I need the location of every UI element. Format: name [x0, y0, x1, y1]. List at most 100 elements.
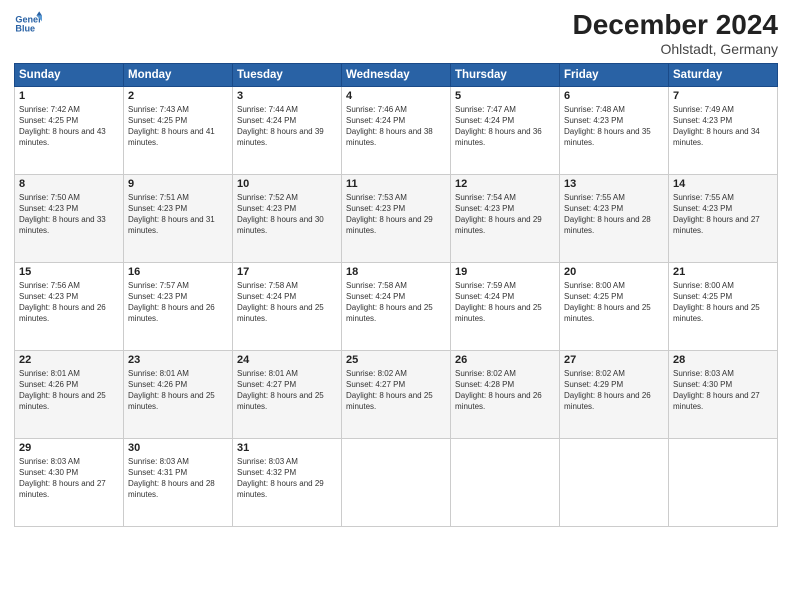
calendar-cell: [451, 438, 560, 526]
day-number: 4: [346, 90, 446, 102]
cell-content: Sunrise: 8:02 AMSunset: 4:27 PMDaylight:…: [346, 368, 446, 413]
calendar-cell: 16 Sunrise: 7:57 AMSunset: 4:23 PMDayligh…: [124, 262, 233, 350]
calendar-cell: 25Sunrise: 8:02 AMSunset: 4:27 PMDayligh…: [342, 350, 451, 438]
page: General Blue December 2024 Ohlstadt, Ger…: [0, 0, 792, 612]
calendar-week-row: 22 Sunrise: 8:01 AMSunset: 4:26 PMDayligh…: [15, 350, 778, 438]
calendar-week-row: 8 Sunrise: 7:50 AMSunset: 4:23 PMDaylight…: [15, 174, 778, 262]
cell-content: Sunrise: 8:01 AMSunset: 4:27 PMDaylight:…: [237, 368, 337, 413]
cell-content: Sunrise: 7:43 AMSunset: 4:25 PMDaylight:…: [128, 104, 228, 149]
cell-content: Sunrise: 7:50 AMSunset: 4:23 PMDaylight:…: [19, 192, 119, 237]
title-block: December 2024 Ohlstadt, Germany: [573, 10, 778, 57]
calendar-header-row: SundayMondayTuesdayWednesdayThursdayFrid…: [15, 63, 778, 86]
day-number: 3: [237, 90, 337, 102]
day-number: 17: [237, 266, 337, 278]
col-header-wednesday: Wednesday: [342, 63, 451, 86]
cell-content: Sunrise: 7:53 AMSunset: 4:23 PMDaylight:…: [346, 192, 446, 237]
day-number: 13: [564, 178, 664, 190]
calendar-cell: 1 Sunrise: 7:42 AMSunset: 4:25 PMDaylight…: [15, 86, 124, 174]
calendar-cell: 13 Sunrise: 7:55 AMSunset: 4:23 PMDayligh…: [560, 174, 669, 262]
location-title: Ohlstadt, Germany: [573, 41, 778, 57]
calendar-cell: 19Sunrise: 7:59 AMSunset: 4:24 PMDayligh…: [451, 262, 560, 350]
cell-content: Sunrise: 7:52 AMSunset: 4:23 PMDaylight:…: [237, 192, 337, 237]
calendar-cell: 10 Sunrise: 7:52 AMSunset: 4:23 PMDayligh…: [233, 174, 342, 262]
logo: General Blue: [14, 10, 42, 38]
day-number: 16: [128, 266, 228, 278]
day-number: 29: [19, 442, 119, 454]
col-header-saturday: Saturday: [669, 63, 778, 86]
cell-content: Sunrise: 7:55 AMSunset: 4:23 PMDaylight:…: [673, 192, 773, 237]
day-number: 14: [673, 178, 773, 190]
day-number: 23: [128, 354, 228, 366]
calendar-cell: 22 Sunrise: 8:01 AMSunset: 4:26 PMDayligh…: [15, 350, 124, 438]
calendar-week-row: 1 Sunrise: 7:42 AMSunset: 4:25 PMDaylight…: [15, 86, 778, 174]
day-number: 7: [673, 90, 773, 102]
cell-content: Sunrise: 8:03 AMSunset: 4:32 PMDaylight:…: [237, 456, 337, 501]
col-header-tuesday: Tuesday: [233, 63, 342, 86]
day-number: 11: [346, 178, 446, 190]
cell-content: Sunrise: 7:42 AMSunset: 4:25 PMDaylight:…: [19, 104, 119, 149]
calendar-cell: 31 Sunrise: 8:03 AMSunset: 4:32 PMDayligh…: [233, 438, 342, 526]
calendar-cell: 15 Sunrise: 7:56 AMSunset: 4:23 PMDayligh…: [15, 262, 124, 350]
calendar-cell: 17 Sunrise: 7:58 AMSunset: 4:24 PMDayligh…: [233, 262, 342, 350]
cell-content: Sunrise: 8:03 AMSunset: 4:30 PMDaylight:…: [19, 456, 119, 501]
col-header-thursday: Thursday: [451, 63, 560, 86]
day-number: 22: [19, 354, 119, 366]
cell-content: Sunrise: 8:01 AMSunset: 4:26 PMDaylight:…: [19, 368, 119, 413]
cell-content: Sunrise: 7:56 AMSunset: 4:23 PMDaylight:…: [19, 280, 119, 325]
calendar-cell: 24 Sunrise: 8:01 AMSunset: 4:27 PMDayligh…: [233, 350, 342, 438]
day-number: 10: [237, 178, 337, 190]
calendar-cell: 27Sunrise: 8:02 AMSunset: 4:29 PMDayligh…: [560, 350, 669, 438]
cell-content: Sunrise: 7:54 AMSunset: 4:23 PMDaylight:…: [455, 192, 555, 237]
calendar-cell: 12 Sunrise: 7:54 AMSunset: 4:23 PMDayligh…: [451, 174, 560, 262]
cell-content: Sunrise: 7:57 AMSunset: 4:23 PMDaylight:…: [128, 280, 228, 325]
cell-content: Sunrise: 7:58 AMSunset: 4:24 PMDaylight:…: [237, 280, 337, 325]
calendar-cell: 8 Sunrise: 7:50 AMSunset: 4:23 PMDaylight…: [15, 174, 124, 262]
cell-content: Sunrise: 8:03 AMSunset: 4:30 PMDaylight:…: [673, 368, 773, 413]
col-header-friday: Friday: [560, 63, 669, 86]
cell-content: Sunrise: 8:00 AMSunset: 4:25 PMDaylight:…: [564, 280, 664, 325]
cell-content: Sunrise: 8:00 AMSunset: 4:25 PMDaylight:…: [673, 280, 773, 325]
calendar-cell: 3Sunrise: 7:44 AMSunset: 4:24 PMDaylight…: [233, 86, 342, 174]
day-number: 28: [673, 354, 773, 366]
day-number: 31: [237, 442, 337, 454]
calendar-cell: 14 Sunrise: 7:55 AMSunset: 4:23 PMDayligh…: [669, 174, 778, 262]
day-number: 8: [19, 178, 119, 190]
calendar-cell: 28 Sunrise: 8:03 AMSunset: 4:30 PMDayligh…: [669, 350, 778, 438]
col-header-sunday: Sunday: [15, 63, 124, 86]
cell-content: Sunrise: 7:47 AMSunset: 4:24 PMDaylight:…: [455, 104, 555, 149]
calendar-cell: 7 Sunrise: 7:49 AMSunset: 4:23 PMDaylight…: [669, 86, 778, 174]
calendar-cell: 20 Sunrise: 8:00 AMSunset: 4:25 PMDayligh…: [560, 262, 669, 350]
cell-content: Sunrise: 8:03 AMSunset: 4:31 PMDaylight:…: [128, 456, 228, 501]
day-number: 2: [128, 90, 228, 102]
day-number: 9: [128, 178, 228, 190]
day-number: 20: [564, 266, 664, 278]
calendar-cell: 9 Sunrise: 7:51 AMSunset: 4:23 PMDaylight…: [124, 174, 233, 262]
logo-svg: General Blue: [14, 10, 42, 38]
calendar-cell: 30Sunrise: 8:03 AMSunset: 4:31 PMDayligh…: [124, 438, 233, 526]
day-number: 6: [564, 90, 664, 102]
day-number: 24: [237, 354, 337, 366]
calendar-cell: 18Sunrise: 7:58 AMSunset: 4:24 PMDayligh…: [342, 262, 451, 350]
svg-text:Blue: Blue: [15, 24, 35, 34]
calendar-cell: 6Sunrise: 7:48 AMSunset: 4:23 PMDaylight…: [560, 86, 669, 174]
calendar-cell: 2 Sunrise: 7:43 AMSunset: 4:25 PMDaylight…: [124, 86, 233, 174]
day-number: 26: [455, 354, 555, 366]
day-number: 12: [455, 178, 555, 190]
header: General Blue December 2024 Ohlstadt, Ger…: [14, 10, 778, 57]
calendar-week-row: 15 Sunrise: 7:56 AMSunset: 4:23 PMDayligh…: [15, 262, 778, 350]
day-number: 1: [19, 90, 119, 102]
calendar-cell: [560, 438, 669, 526]
cell-content: Sunrise: 7:55 AMSunset: 4:23 PMDaylight:…: [564, 192, 664, 237]
day-number: 18: [346, 266, 446, 278]
cell-content: Sunrise: 8:02 AMSunset: 4:28 PMDaylight:…: [455, 368, 555, 413]
month-title: December 2024: [573, 10, 778, 41]
cell-content: Sunrise: 7:46 AMSunset: 4:24 PMDaylight:…: [346, 104, 446, 149]
cell-content: Sunrise: 7:49 AMSunset: 4:23 PMDaylight:…: [673, 104, 773, 149]
day-number: 15: [19, 266, 119, 278]
calendar-table: SundayMondayTuesdayWednesdayThursdayFrid…: [14, 63, 778, 527]
calendar-cell: [669, 438, 778, 526]
calendar-cell: 11 Sunrise: 7:53 AMSunset: 4:23 PMDayligh…: [342, 174, 451, 262]
day-number: 21: [673, 266, 773, 278]
cell-content: Sunrise: 7:51 AMSunset: 4:23 PMDaylight:…: [128, 192, 228, 237]
col-header-monday: Monday: [124, 63, 233, 86]
